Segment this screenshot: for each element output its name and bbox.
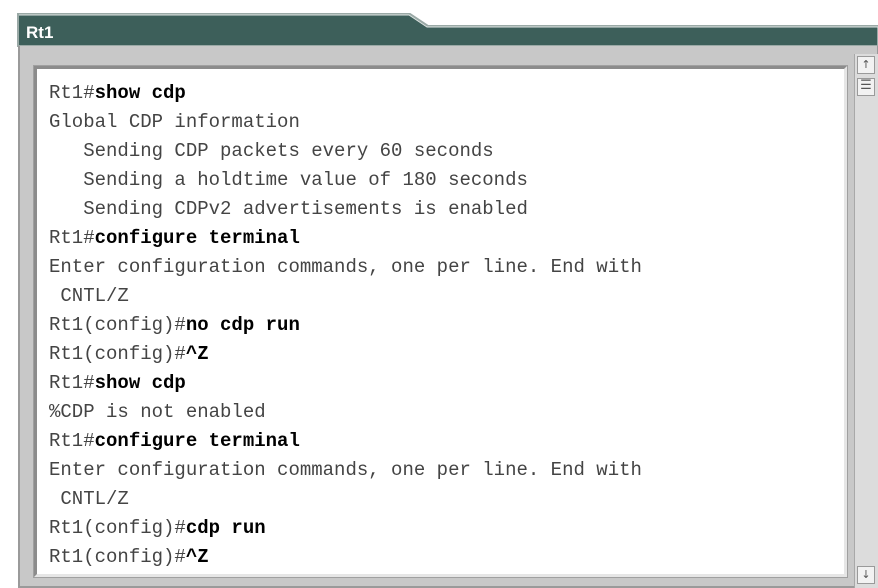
terminal-line: Rt1(config)#^Z	[49, 340, 844, 369]
terminal-line: Rt1#show cdp	[49, 369, 844, 398]
terminal-line: Rt1(config)#cdp run	[49, 514, 844, 543]
command: no cdp run	[185, 314, 300, 336]
prompt: Rt1(config)#	[49, 343, 186, 365]
output: Enter configuration commands, one per li…	[49, 256, 642, 278]
terminal-line: Global CDP information	[49, 108, 844, 137]
command: show cdp	[94, 372, 186, 394]
command: cdp run	[185, 517, 266, 539]
command: ^Z	[185, 343, 209, 365]
terminal-line: Sending a holdtime value of 180 seconds	[49, 166, 844, 195]
terminal-line: %CDP is not enabled	[49, 398, 844, 427]
output: CNTL/Z	[49, 285, 129, 307]
terminal-line: CNTL/Z	[49, 282, 844, 311]
terminal-line: Rt1(config)#^Z	[49, 543, 844, 572]
output: %CDP is not enabled	[49, 401, 266, 423]
prompt: Rt1#	[49, 372, 95, 394]
terminal-line: Enter configuration commands, one per li…	[49, 253, 844, 282]
vertical-scrollbar[interactable]: ↑ ☰ ↓	[854, 54, 878, 588]
command: configure terminal	[94, 227, 300, 249]
prompt: Rt1#	[49, 82, 95, 104]
window-tab-header	[17, 13, 878, 47]
scroll-thumb-icon[interactable]: ☰	[857, 78, 875, 96]
prompt: Rt1(config)#	[49, 546, 186, 568]
output: Enter configuration commands, one per li…	[49, 459, 642, 481]
output: Sending a holdtime value of 180 seconds	[49, 169, 528, 191]
terminal-output[interactable]: Rt1#show cdp Global CDP information Send…	[33, 65, 848, 578]
terminal-line: Rt1#configure terminal	[49, 224, 844, 253]
terminal-line: Rt1#configure terminal	[49, 427, 844, 456]
prompt: Rt1#	[49, 430, 95, 452]
scroll-up-arrow-icon[interactable]: ↑	[857, 56, 875, 74]
output: Sending CDP packets every 60 seconds	[49, 140, 494, 162]
output: Global CDP information	[49, 111, 300, 133]
scroll-down-arrow-icon[interactable]: ↓	[857, 566, 875, 584]
terminal-line: Enter configuration commands, one per li…	[49, 456, 844, 485]
terminal-line: Sending CDP packets every 60 seconds	[49, 137, 844, 166]
terminal-line: Rt1(config)#no cdp run	[49, 311, 844, 340]
command: show cdp	[94, 82, 186, 104]
terminal-line: Sending CDPv2 advertisements is enabled	[49, 195, 844, 224]
command: configure terminal	[94, 430, 300, 452]
window-title: Rt1	[26, 23, 54, 42]
prompt: Rt1(config)#	[49, 517, 186, 539]
output: Sending CDPv2 advertisements is enabled	[49, 198, 528, 220]
terminal-lines: Rt1#show cdp Global CDP information Send…	[49, 79, 844, 572]
command: ^Z	[185, 546, 209, 568]
prompt: Rt1(config)#	[49, 314, 186, 336]
terminal-line: CNTL/Z	[49, 485, 844, 514]
terminal-line: Rt1#show cdp	[49, 79, 844, 108]
output: CNTL/Z	[49, 488, 129, 510]
prompt: Rt1#	[49, 227, 95, 249]
